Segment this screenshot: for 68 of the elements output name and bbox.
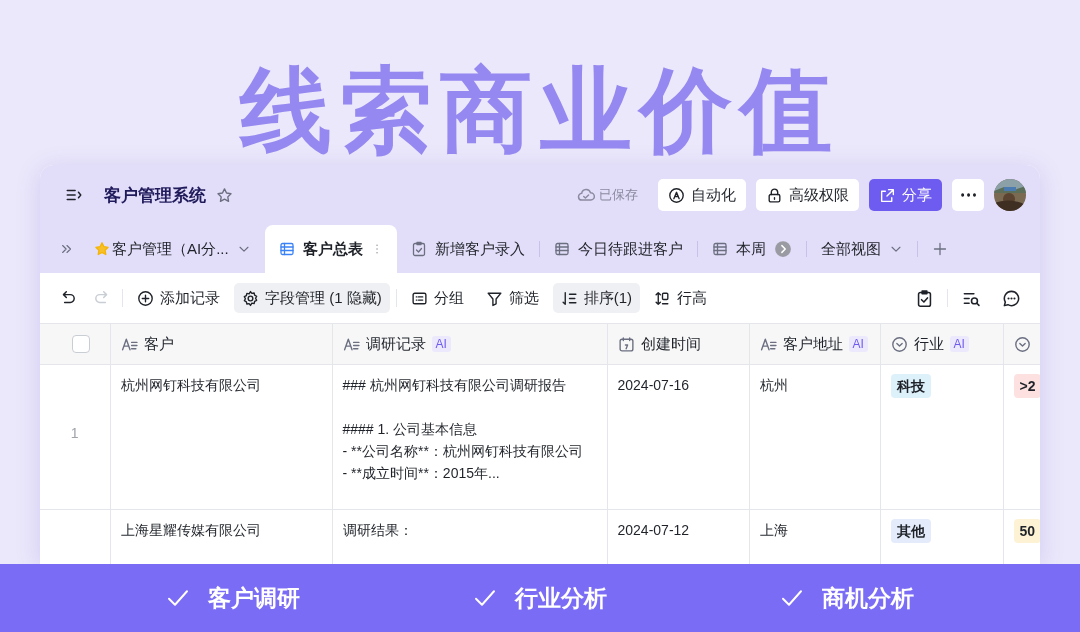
table-cell-text: 2024-07-16 bbox=[616, 376, 691, 395]
views-menu[interactable]: 全部视图 bbox=[806, 225, 917, 273]
gear-icon bbox=[242, 289, 259, 307]
feature-label: 商机分析 bbox=[821, 583, 914, 613]
row-number: 1 bbox=[69, 424, 80, 441]
column-header: 客户 bbox=[143, 334, 174, 354]
row-height-icon bbox=[654, 289, 671, 307]
save-status: 已保存 bbox=[599, 186, 638, 204]
more-icon bbox=[960, 193, 976, 197]
table-cell-text: 上海 bbox=[758, 521, 789, 540]
option-tag: 50 bbox=[1013, 519, 1040, 543]
view-tab[interactable]: 今日待跟进客户 bbox=[539, 225, 697, 273]
view-tab[interactable]: 客户管理（AI分... bbox=[80, 225, 265, 273]
ai-badge: AI bbox=[848, 336, 868, 352]
column-header: 客户地址 bbox=[782, 334, 843, 354]
double-chevron-icon bbox=[60, 242, 74, 256]
automation-button[interactable]: 自动化 bbox=[658, 179, 746, 211]
table-cell-text: 上海星耀传媒有限公司 bbox=[119, 521, 262, 540]
form-icon bbox=[410, 241, 427, 257]
select-field-icon bbox=[890, 335, 908, 353]
table-cell-text: 杭州 bbox=[758, 376, 789, 395]
share-button[interactable]: 分享 bbox=[869, 179, 942, 211]
table-cell-text: 调研结果： bbox=[341, 521, 414, 540]
sort-button[interactable]: 排序(1) bbox=[552, 283, 640, 313]
option-tag: 其他 bbox=[890, 519, 931, 543]
list-icon bbox=[410, 289, 428, 307]
table-cell-text: ### 杭州网钉科技有限公司调研报告 #### 1. 公司基本信息 - **公司名称**：杭州网钉科技有限公司 - **成立时间**：2015年... bbox=[341, 376, 584, 483]
column-header: 调研记录 bbox=[365, 334, 426, 354]
ai-badge: AI bbox=[431, 336, 451, 352]
add-record-button[interactable]: 添加记录 bbox=[129, 283, 228, 313]
sort-icon bbox=[560, 289, 578, 307]
comment-icon bbox=[1001, 288, 1021, 308]
permissions-button[interactable]: 高级权限 bbox=[756, 179, 859, 211]
table-icon bbox=[553, 241, 570, 257]
column-header: 创建时间 bbox=[640, 334, 701, 354]
plus-circle-icon bbox=[137, 289, 154, 307]
table-cell-text: 杭州网钉科技有限公司 bbox=[119, 376, 262, 395]
table-cell-text: 2024-07-12 bbox=[616, 521, 691, 540]
view-tab[interactable]: 本周 bbox=[697, 225, 806, 273]
select-all-checkbox[interactable] bbox=[72, 335, 90, 353]
group-button[interactable]: 分组 bbox=[402, 283, 472, 313]
headline: 线索商业价值 bbox=[240, 61, 840, 161]
column-header: 行业 bbox=[913, 334, 944, 354]
table-icon bbox=[711, 241, 728, 257]
feature-label: 行业分析 bbox=[515, 583, 607, 613]
fields-button[interactable]: 字段管理 (1 隐藏) bbox=[234, 283, 390, 313]
view-tab[interactable]: 客户总表 bbox=[264, 225, 397, 273]
circle-a-icon bbox=[668, 186, 685, 204]
table-icon bbox=[278, 241, 295, 257]
row-height-button[interactable]: 行高 bbox=[646, 283, 715, 313]
feature-label: 客户调研 bbox=[208, 583, 301, 613]
star-icon[interactable] bbox=[216, 186, 233, 204]
filter-button[interactable]: 筛选 bbox=[477, 283, 547, 313]
cloud-check-icon bbox=[577, 186, 595, 204]
share-icon bbox=[879, 186, 896, 204]
ai-badge: AI bbox=[949, 336, 969, 352]
funnel-icon bbox=[485, 289, 503, 307]
select-field-icon bbox=[1013, 335, 1031, 353]
lock-icon bbox=[766, 186, 783, 204]
scroll-right-icon bbox=[773, 240, 792, 258]
option-tag: 科技 bbox=[890, 374, 931, 398]
app-title: 客户管理系统 bbox=[104, 184, 206, 207]
more-button[interactable] bbox=[952, 179, 984, 211]
view-tab[interactable]: 新增客户录入 bbox=[396, 225, 539, 273]
star-icon bbox=[94, 241, 110, 257]
option-tag: >2 bbox=[1013, 374, 1040, 398]
plus-icon bbox=[931, 241, 948, 257]
calendar-icon bbox=[617, 335, 635, 353]
